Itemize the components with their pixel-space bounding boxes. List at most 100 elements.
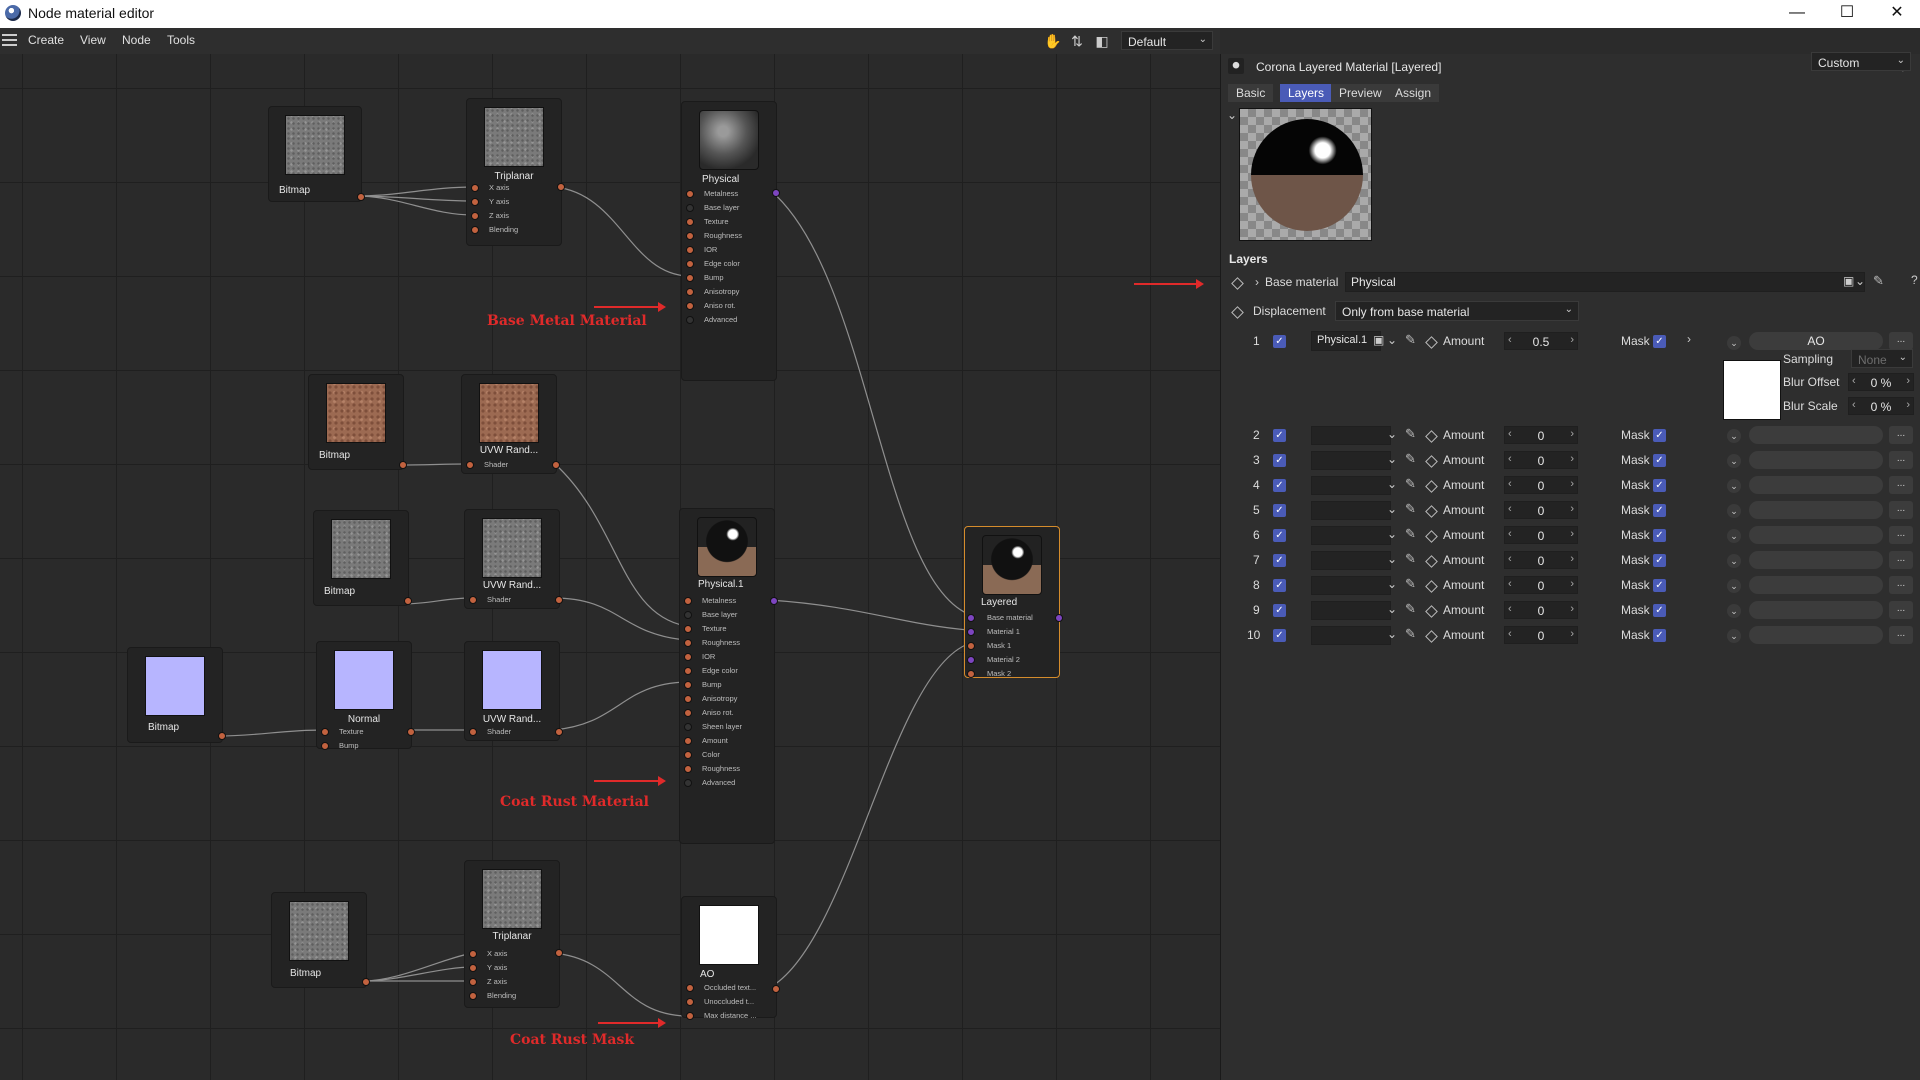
node-uvw-normal[interactable]: UVW Rand... Shader	[464, 641, 563, 741]
layer-material-field[interactable]	[1311, 451, 1391, 470]
pen-icon[interactable]: ✎	[1405, 576, 1416, 592]
panel-toggle-icon[interactable]: ◧	[1094, 33, 1110, 49]
pen-icon[interactable]: ✎	[1405, 476, 1416, 492]
port-edge-color[interactable]: Edge color	[682, 257, 776, 271]
port-bump[interactable]: Bump	[682, 271, 776, 285]
port-z-axis[interactable]: Z axis	[467, 209, 561, 223]
tab-assign[interactable]: Assign	[1387, 84, 1440, 102]
pen-icon[interactable]: ✎	[1405, 626, 1416, 642]
port-sheen-layer[interactable]: Sheen layer	[680, 720, 774, 734]
node-triplanar-metal[interactable]: Triplanar X axis Y axis Z axis Blending	[466, 98, 565, 246]
base-material-field[interactable]: Physical	[1345, 272, 1865, 292]
expand-chevron-icon[interactable]: ›	[1255, 275, 1259, 289]
layer-material-field[interactable]	[1311, 501, 1391, 520]
port-base-layer[interactable]: Base layer	[680, 608, 774, 622]
mask-checkbox[interactable]: ✓	[1653, 554, 1666, 567]
hamburger-menu-icon[interactable]	[2, 34, 17, 47]
mask-shader-slot[interactable]	[1749, 551, 1883, 569]
more-button[interactable]: ...	[1889, 526, 1913, 544]
mask-checkbox[interactable]: ✓	[1653, 479, 1666, 492]
chevron-down-icon[interactable]: ⌄	[1855, 274, 1865, 288]
keyframe-diamond-icon[interactable]	[1425, 336, 1438, 349]
port-color[interactable]: Color	[680, 748, 774, 762]
amount-stepper[interactable]: ‹ 0.5 ›	[1504, 332, 1578, 350]
pen-icon[interactable]: ✎	[1405, 501, 1416, 517]
port-metalness[interactable]: Metalness	[680, 594, 774, 608]
chevron-down-icon[interactable]: ⌄	[1387, 627, 1397, 641]
node-normal[interactable]: Normal Texture Bump	[316, 641, 415, 750]
node-canvas[interactable]: Bitmap Triplanar X axis Y axis Z axis Bl…	[0, 54, 1220, 1080]
port-amount[interactable]: Amount	[680, 734, 774, 748]
pen-icon[interactable]: ✎	[1873, 273, 1884, 289]
pen-icon[interactable]: ✎	[1405, 426, 1416, 442]
pen-icon[interactable]: ✎	[1405, 451, 1416, 467]
output-port[interactable]	[362, 978, 370, 986]
menu-tools[interactable]: Tools	[167, 33, 195, 47]
layer-material-field[interactable]	[1311, 426, 1391, 445]
node-bitmap-gray[interactable]: Bitmap	[313, 510, 412, 606]
amount-stepper[interactable]: ‹ 0 ›	[1504, 576, 1578, 594]
mask-options-icon[interactable]: ⌄	[1727, 429, 1741, 443]
port-shader[interactable]: Shader	[465, 593, 559, 607]
port-mask-2[interactable]: Mask 2	[965, 667, 1059, 681]
mask-shader-slot[interactable]	[1749, 451, 1883, 469]
node-bitmap-metal[interactable]: Bitmap	[268, 106, 365, 202]
chevron-down-icon[interactable]: ⌄	[1387, 602, 1397, 616]
mask-checkbox[interactable]: ✓	[1653, 429, 1666, 442]
layer-enable-checkbox[interactable]: ✓	[1273, 429, 1286, 442]
port-occluded-texture[interactable]: Occluded text...	[682, 981, 776, 995]
pen-icon[interactable]: ✎	[1405, 551, 1416, 567]
layer-material-field[interactable]: Physical.1	[1311, 331, 1381, 351]
port-bump[interactable]: Bump	[317, 739, 411, 753]
layer-material-field[interactable]	[1311, 601, 1391, 620]
node-bitmap-rust[interactable]: Bitmap	[308, 374, 407, 470]
port-roughness[interactable]: Roughness	[682, 229, 776, 243]
layout-select[interactable]: Default ⌄	[1121, 31, 1213, 50]
amount-stepper[interactable]: ‹ 0 ›	[1504, 626, 1578, 644]
port-ior[interactable]: IOR	[682, 243, 776, 257]
node-bitmap-normal[interactable]: Bitmap	[127, 647, 226, 743]
mask-checkbox[interactable]: ✓	[1653, 604, 1666, 617]
node-layered[interactable]: Layered Base material Material 1 Mask 1 …	[964, 526, 1063, 681]
more-button[interactable]: ...	[1889, 551, 1913, 569]
mask-options-icon[interactable]: ⌄	[1727, 579, 1741, 593]
chevron-down-icon[interactable]: ⌄	[1387, 502, 1397, 516]
layer-material-field[interactable]	[1311, 551, 1391, 570]
node-physical[interactable]: Physical Metalness Base layer Texture Ro…	[681, 101, 780, 381]
port-aniso-rot[interactable]: Aniso rot.	[682, 299, 776, 313]
more-button[interactable]: ...	[1889, 476, 1913, 494]
more-button[interactable]: ...	[1889, 576, 1913, 594]
layer-material-field[interactable]	[1311, 476, 1391, 495]
mask-options-icon[interactable]: ⌄	[1727, 604, 1741, 618]
pen-icon[interactable]: ✎	[1405, 526, 1416, 542]
output-port[interactable]	[399, 461, 407, 469]
keyframe-diamond-icon[interactable]	[1425, 455, 1438, 468]
mask-checkbox[interactable]: ✓	[1653, 579, 1666, 592]
port-bump[interactable]: Bump	[680, 678, 774, 692]
port-metalness[interactable]: Metalness	[682, 187, 776, 201]
port-x-axis[interactable]: X axis	[465, 947, 559, 961]
mask-options-icon[interactable]: ⌄	[1727, 479, 1741, 493]
output-port[interactable]	[404, 597, 412, 605]
port-blending[interactable]: Blending	[465, 989, 559, 1003]
node-ao[interactable]: AO Occluded text... Unoccluded t... Max …	[681, 896, 780, 1020]
more-button[interactable]: ...	[1889, 501, 1913, 519]
port-y-axis[interactable]: Y axis	[467, 195, 561, 209]
maximize-button[interactable]: ☐	[1824, 0, 1870, 28]
mask-checkbox[interactable]: ✓	[1653, 629, 1666, 642]
layer-enable-checkbox[interactable]: ✓	[1273, 554, 1286, 567]
layer-material-field[interactable]	[1311, 626, 1391, 645]
blur-offset-stepper[interactable]: ‹ 0 % ›	[1848, 373, 1914, 391]
keyframe-diamond-icon[interactable]	[1425, 530, 1438, 543]
move-icon[interactable]: ⇅	[1069, 33, 1085, 49]
mask-checkbox[interactable]: ✓	[1653, 335, 1666, 348]
port-texture[interactable]: Texture	[680, 622, 774, 636]
node-uvw-gray[interactable]: UVW Rand... Shader	[464, 509, 563, 609]
keyframe-diamond-icon[interactable]	[1425, 555, 1438, 568]
mask-options-icon[interactable]: ⌄	[1727, 554, 1741, 568]
layer-enable-checkbox[interactable]: ✓	[1273, 579, 1286, 592]
amount-stepper[interactable]: ‹ 0 ›	[1504, 601, 1578, 619]
port-material-1[interactable]: Material 1	[965, 625, 1059, 639]
layer-material-field[interactable]	[1311, 526, 1391, 545]
chevron-down-icon[interactable]: ⌄	[1387, 333, 1397, 347]
